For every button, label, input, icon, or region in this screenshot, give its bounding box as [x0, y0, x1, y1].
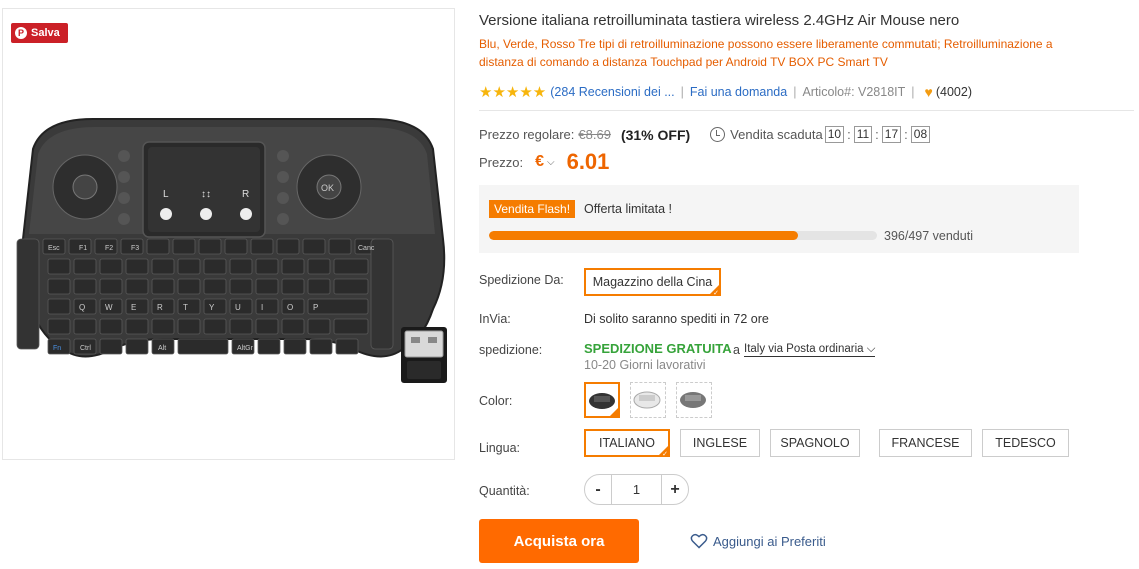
- pinterest-save-button[interactable]: P Salva: [11, 23, 68, 43]
- svg-text:F2: F2: [105, 245, 113, 252]
- svg-text:T: T: [183, 303, 188, 312]
- divider: [479, 110, 1134, 111]
- svg-text:Q: Q: [79, 303, 85, 312]
- flash-sale-badge: Vendita Flash!: [489, 200, 576, 218]
- quantity-label: Quantità:: [479, 484, 530, 498]
- keyboard-thumbnail: [589, 393, 615, 409]
- shipping-days: 10-20 Giorni lavorativi: [584, 358, 706, 372]
- buy-now-button[interactable]: Acquista ora: [479, 519, 639, 563]
- svg-text:W: W: [105, 303, 113, 312]
- language-option-spagnolo[interactable]: SPAGNOLO: [770, 429, 860, 457]
- quantity-stepper: - 1 +: [584, 474, 689, 505]
- svg-text:Canc: Canc: [358, 245, 375, 252]
- svg-text:Y: Y: [209, 303, 215, 312]
- shipping-to-text: a: [733, 343, 740, 357]
- sold-progress-bar: [489, 231, 877, 240]
- sold-progress-text: 396/497 venduti: [884, 229, 973, 243]
- svg-text:F3: F3: [131, 245, 139, 252]
- shipping-label: spedizione:: [479, 343, 543, 357]
- countdown-hours: 11: [853, 126, 873, 143]
- free-shipping-text: SPEDIZIONE GRATUITA: [584, 341, 732, 356]
- quantity-input[interactable]: 1: [611, 475, 662, 504]
- separator: |: [793, 85, 797, 99]
- product-image-panel: L ↕↕ R OK Esc F1 F2 F3 Canc Fn Ctrl Alt: [2, 8, 455, 460]
- separator: |: [911, 85, 915, 99]
- svg-text:U: U: [235, 303, 241, 312]
- discount-badge: (31% OFF): [620, 126, 691, 143]
- language-option-tedesco[interactable]: TEDESCO: [982, 429, 1069, 457]
- countdown-seconds: 08: [910, 126, 931, 143]
- svg-text:F1: F1: [79, 245, 87, 252]
- invia-value: Di solito saranno spediti in 72 ore: [584, 312, 769, 326]
- svg-text:↕↕: ↕↕: [201, 189, 211, 200]
- language-option-inglese[interactable]: INGLESE: [680, 429, 760, 457]
- chevron-down-icon[interactable]: ⌵: [547, 157, 555, 168]
- regular-price-label: Prezzo regolare:: [479, 127, 575, 142]
- product-subtitle: Blu, Verde, Rosso Tre tipi di retroillum…: [479, 37, 1053, 69]
- invia-label: InVia:: [479, 312, 511, 326]
- svg-text:Fn: Fn: [53, 345, 61, 352]
- keyboard-thumbnail: [633, 391, 661, 409]
- color-swatch-white[interactable]: [630, 382, 666, 418]
- sold-progress-fill: [489, 231, 799, 240]
- price-row: Prezzo: € ⌵ 6.01: [479, 148, 609, 176]
- usb-dongle: [401, 327, 447, 383]
- svg-text:P: P: [313, 303, 318, 312]
- color-swatch-grey[interactable]: [676, 382, 712, 418]
- heart-icon: ♥: [924, 84, 933, 100]
- product-image: L ↕↕ R OK Esc F1 F2 F3 Canc Fn Ctrl Alt: [16, 118, 447, 383]
- ship-from-value: Magazzino della Cina: [592, 275, 713, 289]
- quantity-decrease-button[interactable]: -: [585, 475, 611, 504]
- color-label: Color:: [479, 394, 513, 408]
- shipping-method-value: Italy via Posta ordinaria: [744, 343, 864, 355]
- currency-selector[interactable]: €: [535, 153, 544, 171]
- color-swatch-black[interactable]: [584, 382, 620, 418]
- language-option-francese[interactable]: FRANCESE: [879, 429, 972, 457]
- countdown-label: Vendita scaduta: [730, 127, 823, 142]
- product-title: Versione italiana retroilluminata tastie…: [479, 12, 960, 29]
- chevron-down-icon: ⌵: [866, 343, 876, 355]
- countdown-minutes: 17: [881, 126, 902, 143]
- svg-text:Alt: Alt: [158, 345, 166, 352]
- add-to-favorites-label: Aggiungi ai Preferiti: [713, 533, 826, 549]
- svg-text:R: R: [242, 189, 249, 200]
- sku-label: Articolo#: V2818IT: [802, 85, 906, 99]
- sale-price: 6.01: [566, 149, 610, 174]
- svg-text:R: R: [157, 303, 163, 312]
- regular-price-row: Prezzo regolare: €8.69 (31% OFF) Vendita…: [479, 126, 931, 143]
- svg-text:Ctrl: Ctrl: [80, 345, 91, 352]
- countdown-days: 10: [824, 126, 845, 143]
- regular-price-value: €8.69: [578, 127, 611, 142]
- svg-text:O: O: [287, 303, 293, 312]
- flash-sale-text: Offerta limitata !: [584, 202, 672, 216]
- keyboard-thumbnail: [680, 392, 706, 408]
- rating-stars: ★★★★★: [479, 84, 547, 101]
- svg-text:Esc: Esc: [48, 245, 60, 252]
- language-label: Lingua:: [479, 441, 521, 455]
- svg-text:L: L: [163, 189, 169, 200]
- svg-text:E: E: [131, 303, 136, 312]
- ask-question-link[interactable]: Fai una domanda: [690, 85, 787, 99]
- add-to-favorites-button[interactable]: Aggiungi ai Preferiti: [690, 533, 826, 549]
- language-option-italiano[interactable]: ITALIANO: [584, 429, 670, 458]
- svg-text:OK: OK: [321, 183, 334, 193]
- separator: |: [680, 85, 684, 99]
- reviews-link[interactable]: (284 Recensioni dei ...: [550, 85, 674, 99]
- svg-text:AltGr: AltGr: [237, 345, 254, 352]
- quantity-increase-button[interactable]: +: [662, 475, 688, 504]
- flash-sale-box: Vendita Flash! Offerta limitata ! 396/49…: [479, 185, 1079, 253]
- pinterest-icon: P: [15, 27, 27, 39]
- ship-from-option[interactable]: Magazzino della Cina: [584, 268, 721, 297]
- favorites-count[interactable]: ♥ (4002): [925, 84, 972, 100]
- heart-outline-icon: [690, 533, 708, 549]
- clock-icon: [710, 127, 726, 142]
- ship-from-label: Spedizione Da:: [479, 273, 564, 287]
- svg-text:I: I: [261, 303, 263, 312]
- shipping-method-selector[interactable]: Italy via Posta ordinaria ⌵: [744, 343, 876, 357]
- favorites-count-value: (4002): [935, 85, 972, 99]
- rating-row: ★★★★★ (284 Recensioni dei ... | Fai una …: [479, 83, 1134, 101]
- price-label: Prezzo:: [479, 154, 524, 170]
- save-label: Salva: [31, 27, 60, 39]
